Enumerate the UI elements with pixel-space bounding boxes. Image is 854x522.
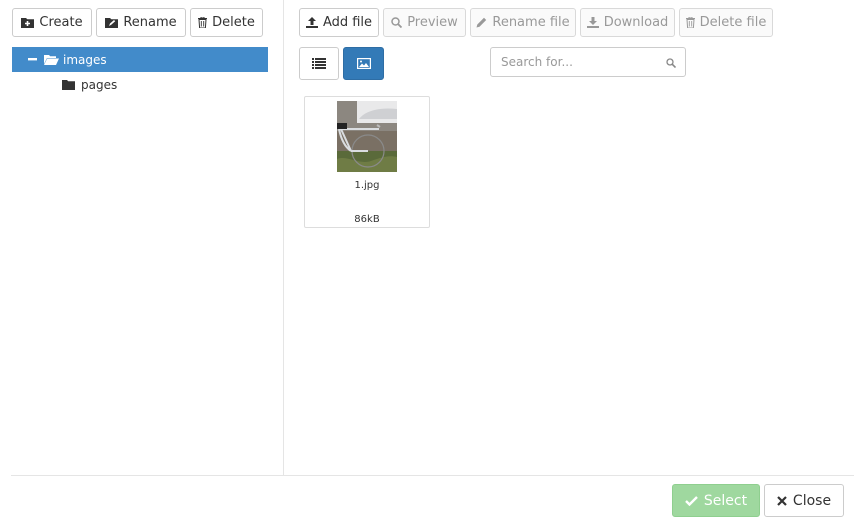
- pane-divider: [283, 0, 284, 475]
- search-icon: [391, 17, 403, 28]
- download-button-label: Download: [603, 15, 669, 30]
- add-file-button[interactable]: Add file: [299, 8, 379, 37]
- list-view-button[interactable]: [299, 47, 339, 80]
- delete-button[interactable]: Delete: [190, 8, 263, 37]
- preview-button-label: Preview: [407, 15, 458, 30]
- check-icon: [685, 495, 698, 506]
- file-thumbnail: [337, 101, 397, 172]
- create-button[interactable]: Create: [12, 8, 92, 37]
- tree-item-pages[interactable]: pages: [62, 76, 117, 94]
- search-input[interactable]: [501, 55, 661, 69]
- download-icon: [586, 17, 599, 28]
- edit-folder-icon: [105, 17, 119, 28]
- delete-file-button[interactable]: Delete file: [679, 8, 773, 37]
- search-icon: [666, 57, 677, 71]
- rename-button-label: Rename: [123, 15, 177, 30]
- close-button-label: Close: [792, 492, 832, 509]
- folder-open-icon: [44, 54, 59, 65]
- tree-item-pages-label: pages: [81, 78, 118, 92]
- thumbnail-view-button[interactable]: [343, 47, 384, 80]
- image-icon: [356, 58, 371, 69]
- tree-item-images[interactable]: images: [12, 47, 268, 72]
- list-icon: [312, 58, 326, 69]
- tree-item-images-label: images: [63, 52, 107, 67]
- create-button-label: Create: [39, 15, 83, 30]
- file-card[interactable]: 1.jpg 86kB: [304, 96, 430, 228]
- trash-icon: [685, 17, 695, 28]
- preview-button[interactable]: Preview: [383, 8, 466, 37]
- footer-divider: [11, 475, 854, 476]
- select-button-label: Select: [703, 492, 748, 509]
- folder-icon: [62, 80, 75, 90]
- rename-button[interactable]: Rename: [96, 8, 186, 37]
- rename-file-button-label: Rename file: [492, 15, 570, 30]
- rename-file-button[interactable]: Rename file: [470, 8, 576, 37]
- file-size: 86kB: [354, 214, 380, 225]
- pencil-icon: [476, 17, 487, 28]
- select-button[interactable]: Select: [672, 484, 760, 517]
- add-file-button-label: Add file: [322, 15, 373, 30]
- upload-icon: [305, 17, 318, 28]
- delete-file-button-label: Delete file: [699, 15, 767, 30]
- collapse-icon[interactable]: [28, 58, 37, 61]
- delete-button-label: Delete: [212, 15, 255, 30]
- search-box: [490, 47, 686, 77]
- folder-plus-icon: [21, 17, 35, 28]
- close-button[interactable]: Close: [764, 484, 844, 517]
- file-name: 1.jpg: [354, 180, 380, 191]
- close-icon: [777, 495, 787, 506]
- download-button[interactable]: Download: [580, 8, 675, 37]
- trash-icon: [198, 17, 208, 28]
